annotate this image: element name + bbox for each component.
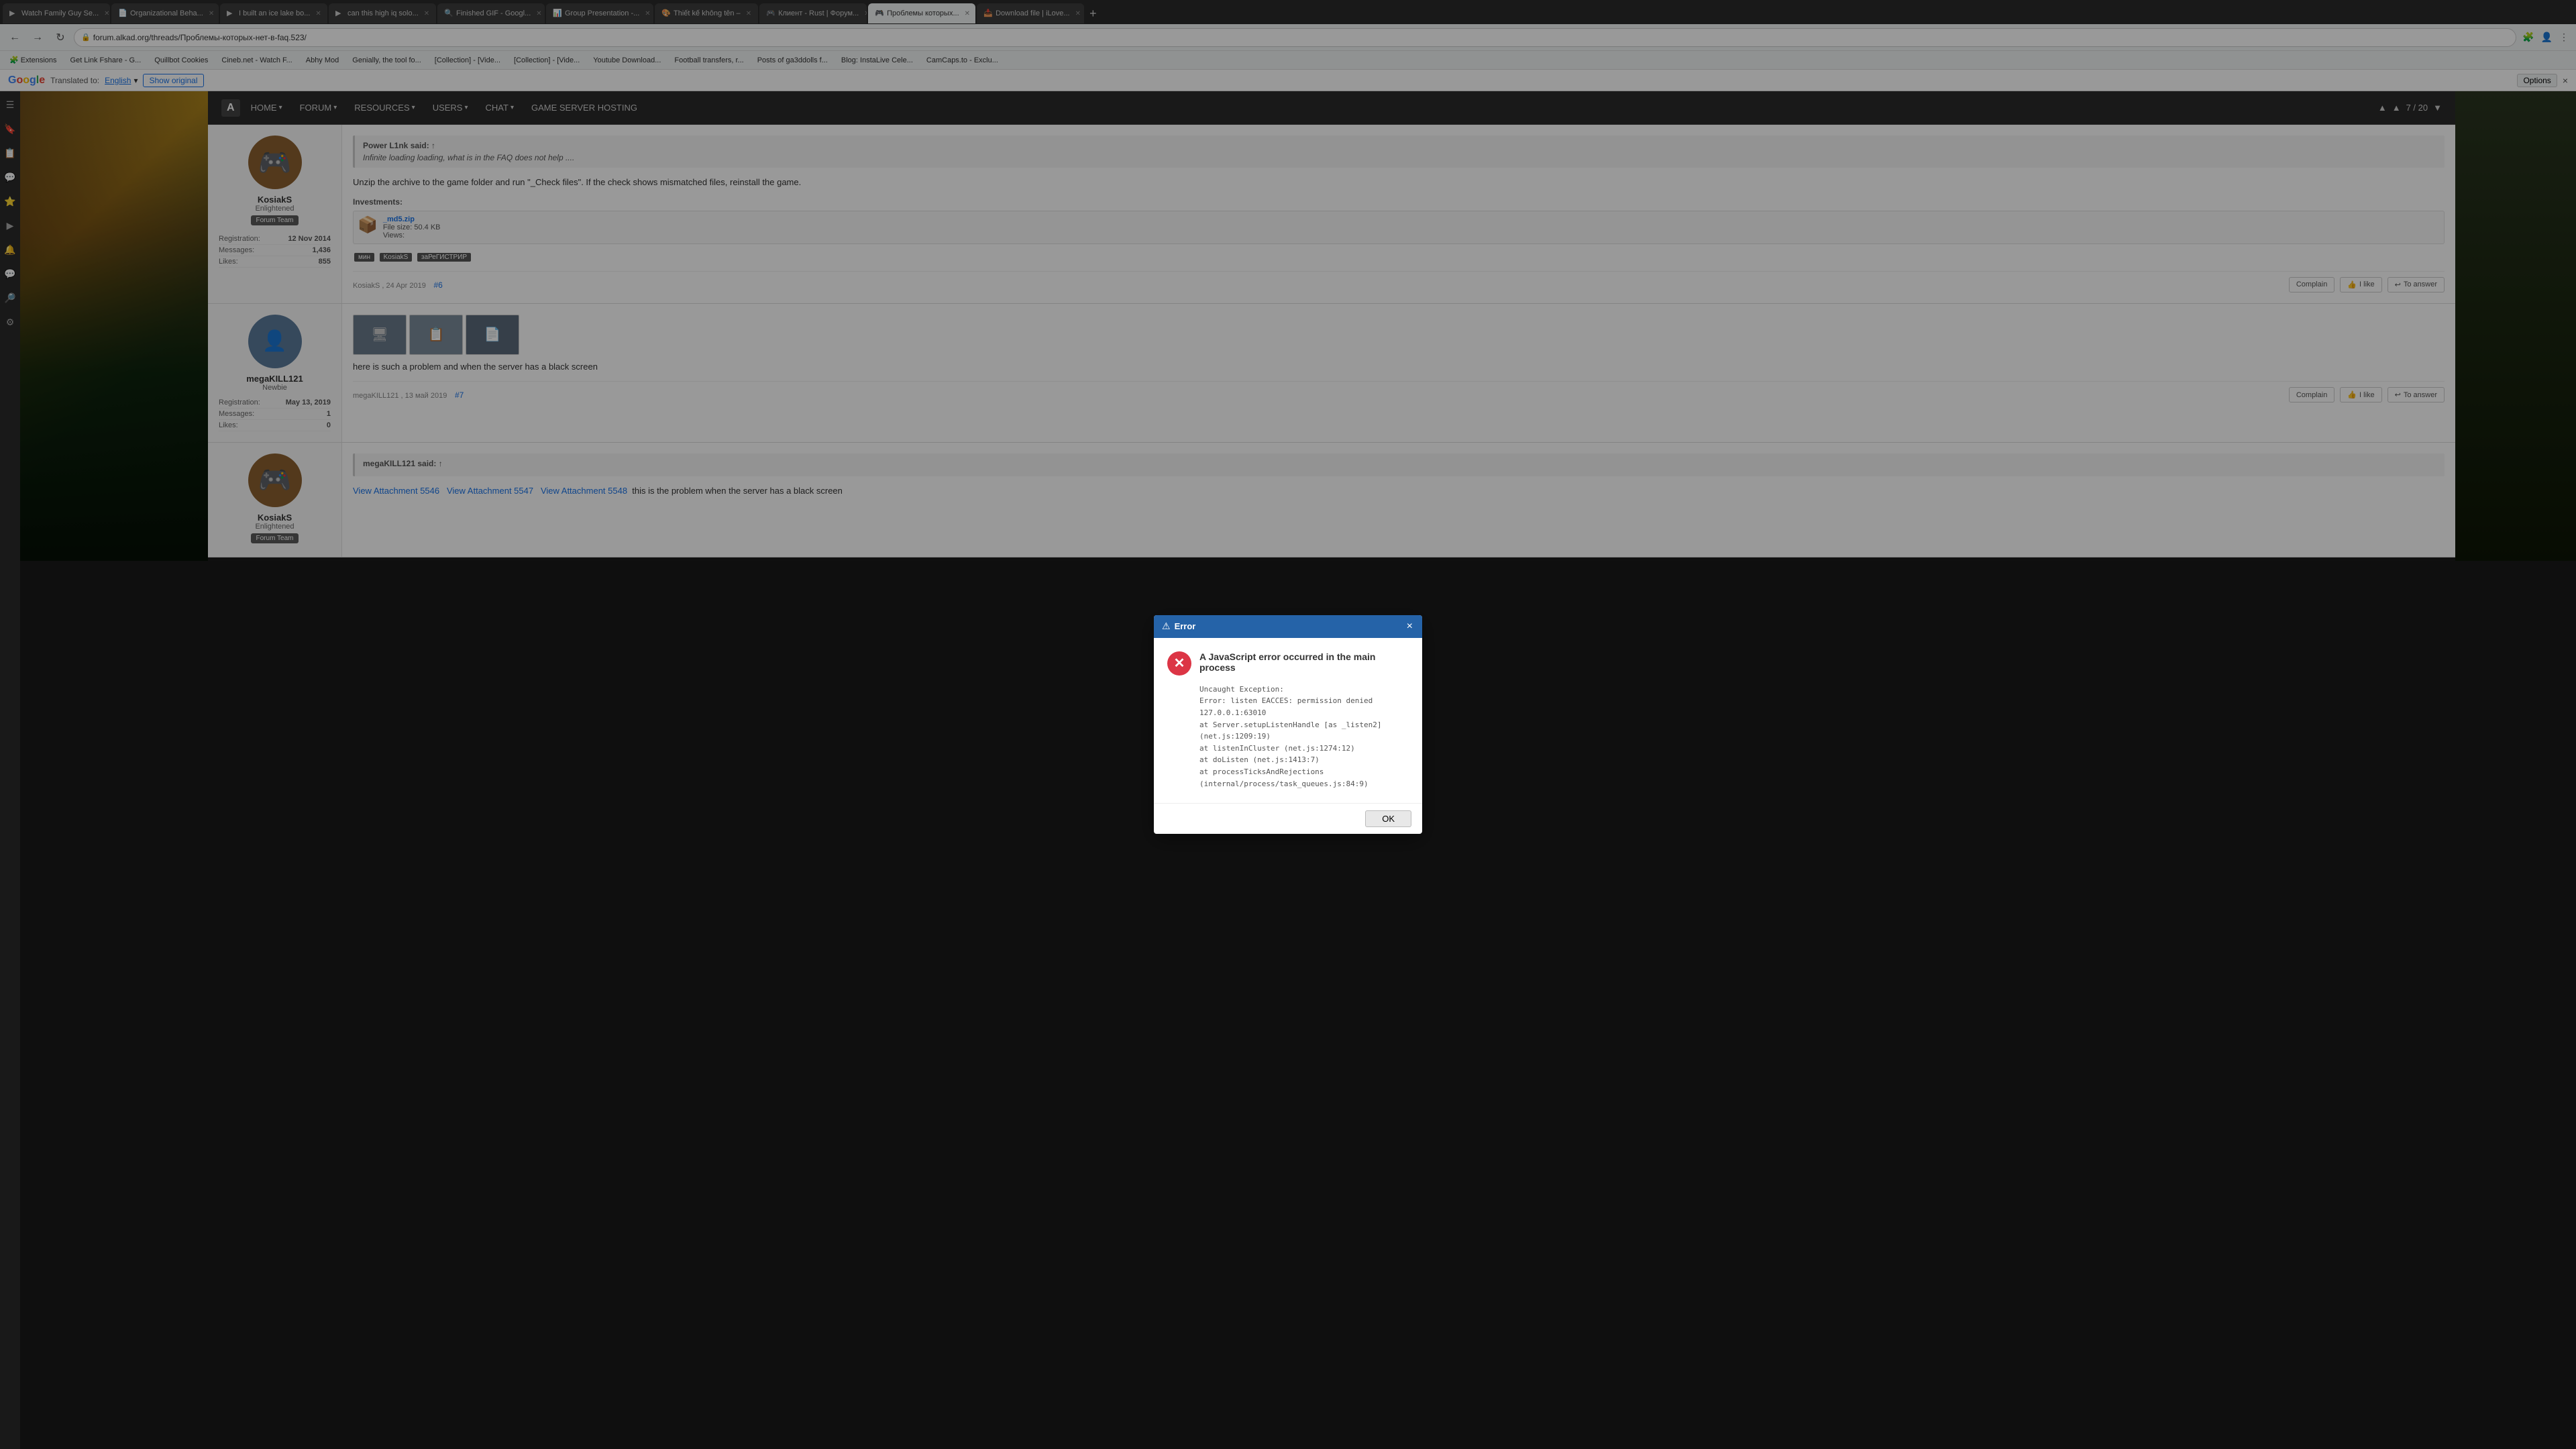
error-dialog: ⚠ Error × ✕ A JavaScript error occurred … — [1154, 615, 1422, 834]
dialog-footer: OK — [1154, 803, 1422, 834]
dialog-detail-line-5: at processTicksAndRejections (internal/p… — [1199, 766, 1409, 790]
dialog-titlebar: ⚠ Error × — [1154, 615, 1422, 638]
dialog-body: ✕ A JavaScript error occurred in the mai… — [1154, 638, 1422, 803]
dialog-detail-line-0: Uncaught Exception: — [1199, 684, 1409, 696]
dialog-main-text: A JavaScript error occurred in the main … — [1199, 651, 1409, 673]
dialog-error-circle-icon: ✕ — [1167, 651, 1191, 676]
dialog-detail-line-2: at Server.setupListenHandle [as _listen2… — [1199, 719, 1409, 743]
dialog-detail-line-3: at listenInCluster (net.js:1274:12) — [1199, 743, 1409, 755]
dialog-title-left: ⚠ Error — [1162, 621, 1195, 632]
dialog-detail-line-1: Error: listen EACCES: permission denied … — [1199, 695, 1409, 718]
dialog-close-button[interactable]: × — [1405, 621, 1414, 633]
error-icon: ⚠ — [1162, 621, 1171, 632]
dialog-header-row: ✕ A JavaScript error occurred in the mai… — [1167, 651, 1409, 676]
dialog-detail-line-4: at doListen (net.js:1413:7) — [1199, 754, 1409, 766]
dialog-detail-text: Uncaught Exception: Error: listen EACCES… — [1167, 684, 1409, 790]
dialog-ok-button[interactable]: OK — [1365, 810, 1411, 827]
dialog-title-text: Error — [1175, 621, 1196, 631]
dialog-overlay: ⚠ Error × ✕ A JavaScript error occurred … — [0, 0, 2576, 1449]
